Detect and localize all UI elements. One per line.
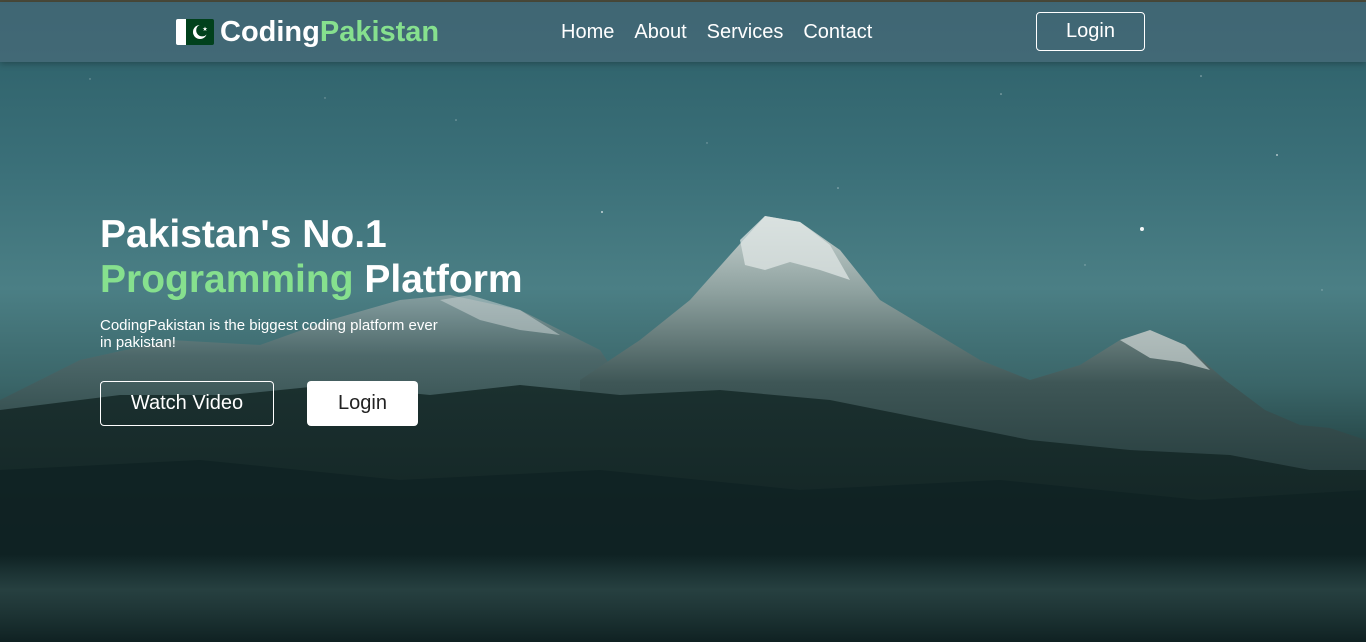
- hero-login-button[interactable]: Login: [307, 381, 418, 426]
- nav-link-contact[interactable]: Contact: [803, 20, 872, 44]
- brand-name-primary: Coding: [220, 15, 320, 48]
- pakistan-flag-icon: [176, 19, 214, 45]
- nav-login-button[interactable]: Login: [1036, 12, 1145, 51]
- headline-rest: Platform: [364, 258, 523, 301]
- hero-tagline: CodingPakistan is the biggest coding pla…: [100, 317, 438, 351]
- headline-accent: Programming: [100, 258, 354, 301]
- nav-links: Home About Services Contact: [561, 20, 892, 44]
- hero-section: CodingPakistan Home About Services Conta…: [0, 0, 1366, 642]
- hero-content: Pakistan's No.1 Programming Platform Cod…: [100, 212, 620, 426]
- hero-headline: Pakistan's No.1 Programming Platform: [100, 212, 620, 302]
- watch-video-button[interactable]: Watch Video: [100, 381, 274, 426]
- brand-name-accent: Pakistan: [319, 15, 440, 48]
- headline-line1: Pakistan's No.1: [100, 213, 387, 256]
- nav-link-services[interactable]: Services: [707, 20, 784, 44]
- brand-name: CodingPakistan: [220, 16, 439, 49]
- brand-logo-link[interactable]: CodingPakistan: [176, 14, 439, 50]
- nav-link-about[interactable]: About: [634, 20, 686, 44]
- navbar: CodingPakistan Home About Services Conta…: [0, 2, 1366, 62]
- nav-link-home[interactable]: Home: [561, 20, 614, 44]
